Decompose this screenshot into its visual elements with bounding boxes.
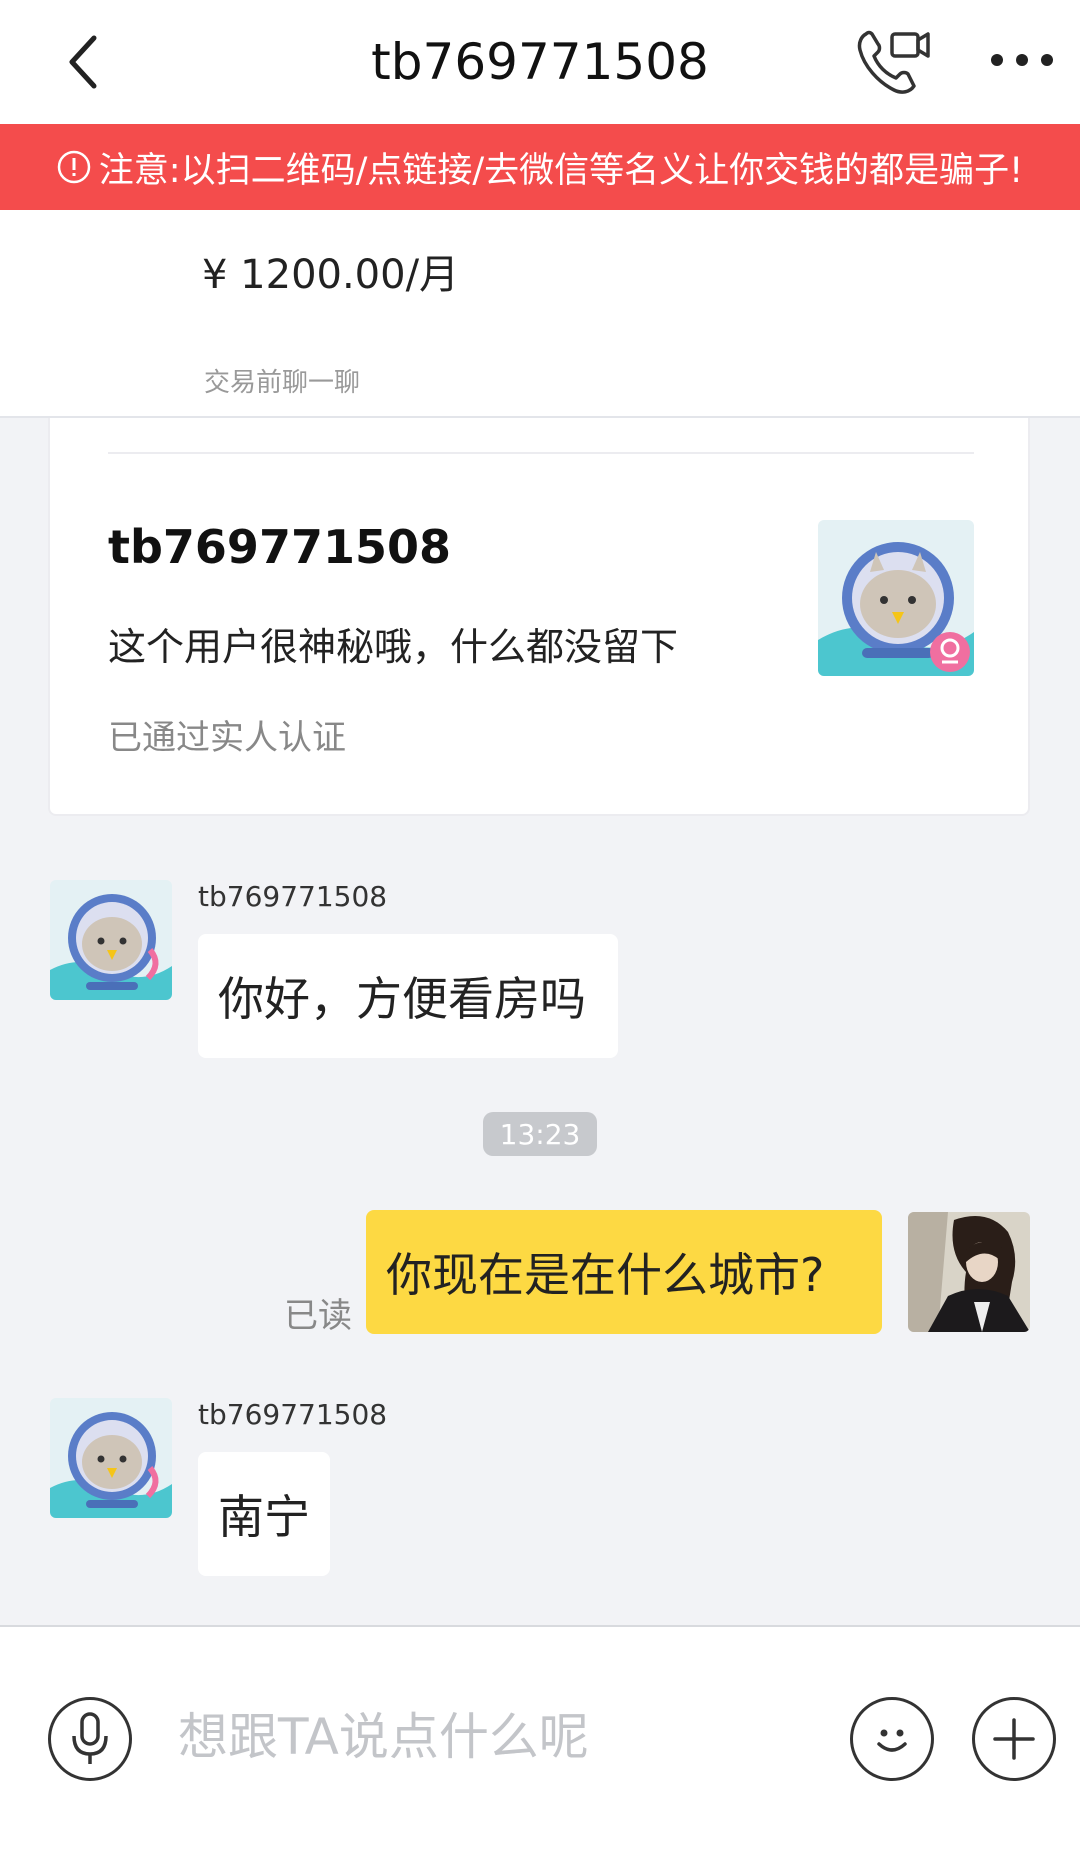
plus-icon	[993, 1718, 1035, 1760]
sender-name: tb769771508	[198, 1398, 388, 1431]
message-bubble[interactable]: 你好，方便看房吗	[198, 934, 618, 1058]
portrait-avatar-icon	[908, 1212, 1030, 1332]
composer-bar	[0, 1625, 1080, 1854]
warning-text: 注意:以扫二维码/点链接/去微信等名义让你交钱的都是骗子!	[98, 150, 1024, 191]
phone-video-icon	[857, 30, 930, 94]
message-text: 南宁	[218, 1490, 310, 1544]
divider	[108, 452, 974, 454]
sender-name: tb769771508	[198, 880, 388, 913]
call-button[interactable]	[852, 24, 932, 100]
emoji-button[interactable]	[850, 1697, 934, 1781]
timestamp: 13:23	[483, 1112, 597, 1156]
microphone-icon	[72, 1712, 108, 1764]
seal-avatar-icon	[818, 520, 974, 676]
profile-card[interactable]: tb769771508 这个用户很神秘哦，什么都没留下 已通过实人认证	[48, 418, 1030, 816]
fraud-warning-banner: 注意:以扫二维码/点链接/去微信等名义让你交钱的都是骗子!	[0, 124, 1080, 210]
more-dots-icon	[991, 54, 1053, 66]
profile-avatar[interactable]	[818, 520, 974, 676]
seal-avatar-icon	[50, 880, 172, 1000]
more-options-button[interactable]	[980, 30, 1064, 90]
sender-avatar[interactable]	[50, 880, 172, 1000]
message-input[interactable]	[168, 1687, 838, 1787]
seal-avatar-icon	[50, 1398, 172, 1518]
smiley-icon	[877, 1729, 907, 1752]
read-status: 已读	[284, 1296, 352, 1336]
my-message-bubble[interactable]: 你现在是在什么城市?	[366, 1210, 882, 1334]
warning-icon	[57, 150, 91, 184]
voice-button[interactable]	[48, 1697, 132, 1781]
top-bar: tb769771508	[0, 0, 1080, 124]
message-text: 你好，方便看房吗	[218, 972, 586, 1026]
add-attachment-button[interactable]	[972, 1697, 1056, 1781]
message-text: 你现在是在什么城市?	[386, 1248, 825, 1302]
profile-bio: 这个用户很神秘哦，什么都没留下	[108, 625, 679, 669]
message-bubble[interactable]: 南宁	[198, 1452, 330, 1576]
verification-status: 已通过实人认证	[108, 718, 346, 758]
listing-subtitle: 交易前聊一聊	[204, 368, 361, 398]
my-avatar[interactable]	[908, 1212, 1030, 1332]
listing-summary[interactable]: ¥ 1200.00/月 交易前聊一聊	[0, 210, 1080, 418]
sender-avatar[interactable]	[50, 1398, 172, 1518]
profile-name: tb769771508	[108, 520, 451, 574]
listing-price: ¥ 1200.00/月	[202, 252, 460, 298]
